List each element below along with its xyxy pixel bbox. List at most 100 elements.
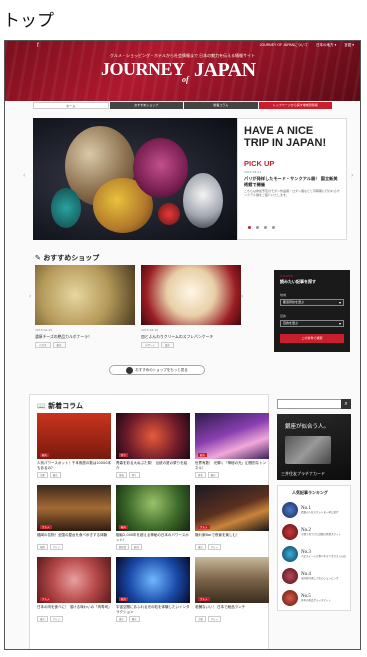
slider-dot[interactable] (256, 226, 259, 229)
shop-card[interactable]: 2015.04.22 濃厚チーズの絶品カルボナーラ！ パスタ 東京 (35, 265, 135, 348)
search-icon[interactable]: ⌕ (341, 399, 351, 409)
ranking-item[interactable]: No.2 京都で見つけた話題の絶景スポット (282, 524, 346, 540)
area-select[interactable]: 都道府県を選ぶ (280, 299, 344, 306)
shop-card[interactable]: 2015.04.16 皿とふんわりクリームのスフレパンケーキ デザート 東京 (141, 265, 241, 348)
tag[interactable]: グルメ (207, 544, 221, 550)
nav-area-search[interactable]: トップページから探す地域別情報 (258, 102, 332, 109)
ranking-item[interactable]: No.5 日本の絶品グルメスポット (282, 590, 346, 606)
tag[interactable]: グルメ (207, 616, 221, 622)
ranking-text[interactable]: 海外旅行者に人気のショッピング (301, 577, 339, 580)
column-title[interactable]: 福岡の名物！全国の屋台を食べ歩きする体験 (37, 533, 111, 542)
column-title[interactable]: 日本の肉を食べに！ 溶ける味わいの『肉寿司』 (37, 605, 111, 614)
column-card[interactable]: グルメ 隠れ家Barで夜景を楽しむ！ 東京 グルメ (195, 485, 269, 550)
column-card[interactable]: 観光 樹齢2,000年を超える神秘の日本のパワースポット！ 鹿児島 観光 (116, 485, 190, 550)
slider-dot[interactable] (264, 226, 267, 229)
ranking-text[interactable]: 人気スイーツの食べ歩きでオススメの店 (301, 555, 346, 558)
tag[interactable]: 青森 (116, 472, 127, 478)
credit-card-image (285, 436, 331, 464)
category-label: 目的 (280, 314, 287, 318)
column-card[interactable]: 観光 宇宙空間にあふれる光の粒を体験したいインタラクション 東京 観光 (116, 557, 190, 622)
nav-shops[interactable]: おすすめショップ (109, 102, 183, 109)
slider-dots (248, 226, 275, 229)
shop-next-arrow[interactable]: › (241, 293, 243, 300)
ranking-thumb[interactable] (282, 568, 298, 584)
hero-next-arrow[interactable]: › (351, 172, 353, 179)
column-title[interactable]: 宇宙空間にあふれる光の粒を体験したいインタラクション (116, 605, 190, 614)
column-card[interactable]: 祭り 青森を彩る大ねぶた祭！ 伝統の夏の祭りを紹介 青森 祭り (116, 413, 190, 478)
nav-columns[interactable]: 新着コラム (184, 102, 258, 109)
ranking-item[interactable]: No.1 話題の人気スポットを一挙に紹介 (282, 502, 346, 518)
tag[interactable]: デザート (141, 342, 160, 348)
column-title[interactable]: 青森を彩る大ねぶた祭！ 伝統の夏の祭りを紹介 (116, 461, 190, 470)
book-icon: 📖 (37, 402, 49, 410)
shop-prev-arrow[interactable]: ‹ (29, 293, 31, 300)
tag[interactable]: 祭り (128, 472, 140, 478)
pick-up-title[interactable]: パリが発祥したモード・サンクアル展！ 国立新美術館で開催 (244, 176, 340, 187)
column-title[interactable]: 隠れ家Barで夜景を楽しむ！ (195, 533, 269, 542)
tag[interactable]: 東京 (161, 342, 175, 348)
column-card[interactable]: 観光 人気パワースポット！千本鳥居の数は10000本もあるの? 京都 観光 (37, 413, 111, 478)
tag[interactable]: 東京 (37, 616, 48, 622)
shop-name[interactable]: 濃厚チーズの絶品カルボナーラ！ (35, 334, 135, 339)
facebook-icon[interactable]: f (37, 43, 39, 49)
tag[interactable]: 観光 (131, 544, 142, 550)
tag[interactable]: 東京 (116, 616, 127, 622)
column-tag: 観光 (119, 525, 129, 529)
sidebar-ad[interactable]: 銀座が似合う人。 三井住友プラチナカード (277, 414, 351, 480)
tag[interactable]: 東京 (52, 342, 66, 348)
shop-photo[interactable] (141, 265, 241, 325)
column-title[interactable]: 人気パワースポット！千本鳥居の数は10000本もあるの? (37, 461, 111, 470)
more-shops-button[interactable]: おすすめのショップをもっと見る (109, 365, 205, 375)
arrow-circle-icon (126, 366, 134, 374)
tag[interactable]: グルメ (49, 616, 63, 622)
tag[interactable]: 鹿児島 (116, 544, 130, 550)
hero-slider: ‹ HAVE A NICE TRIP IN JAPAN! PICK UP 201… (5, 118, 360, 240)
column-card[interactable]: グルメ 福岡の名物！全国の屋台を食べ歩きする体験 福岡 グルメ (37, 485, 111, 550)
hero-image[interactable] (33, 118, 237, 240)
ranking-text[interactable]: 日本の絶品グルメスポット (301, 599, 331, 602)
site-frame: f JOURNEY OF JAPANについて 日本の地方 ▾ 言語 ▾ グルメ・… (4, 40, 361, 650)
top-link-region[interactable]: 日本の地方 ▾ (316, 43, 336, 48)
hero-panel: HAVE A NICE TRIP IN JAPAN! PICK UP 2015.… (237, 118, 347, 240)
tag[interactable]: 京都 (37, 472, 48, 478)
tag[interactable]: 観光 (207, 472, 219, 478)
tag[interactable]: 観光 (49, 472, 61, 478)
tag[interactable]: 栃木 (195, 472, 206, 478)
column-card[interactable]: 観光 世界有数！ 光輝く『神秘の光』幻想的なトンネル！ 栃木 観光 (195, 413, 269, 478)
hero-prev-arrow[interactable]: ‹ (23, 172, 25, 179)
ranking-thumb[interactable] (282, 502, 298, 518)
column-card[interactable]: グルメ 日本の肉を食べに！ 溶ける味わいの『肉寿司』 東京 グルメ (37, 557, 111, 622)
ranking-thumb[interactable] (282, 546, 298, 562)
site-logo[interactable]: JOURNEY of JAPAN (101, 59, 256, 84)
ranking-item[interactable]: No.4 海外旅行者に人気のショッピング (282, 568, 346, 584)
column-tag: 祭り (119, 453, 129, 457)
shop-title: ✎ おすすめショップ (35, 254, 100, 262)
slider-dot[interactable] (272, 226, 275, 229)
tag[interactable]: 福岡 (37, 544, 48, 550)
top-link-language[interactable]: 言語 ▾ (344, 43, 354, 48)
tag[interactable]: 大阪 (195, 616, 206, 622)
ranking-item[interactable]: No.3 人気スイーツの食べ歩きでオススメの店 (282, 546, 346, 562)
column-title[interactable]: 老舗ないい！ 日本で絶品ランチ (195, 605, 269, 614)
column-tag: グルメ (40, 525, 52, 529)
ranking-text[interactable]: 京都で見つけた話題の絶景スポット (301, 533, 341, 536)
column-title[interactable]: 世界有数！ 光輝く『神秘の光』幻想的なトンネル！ (195, 461, 269, 470)
ranking-thumb[interactable] (282, 590, 298, 606)
sidebar-search-input[interactable]: ⌕ (277, 399, 351, 409)
column-title[interactable]: 樹齢2,000年を超える神秘の日本のパワースポット！ (116, 533, 190, 542)
tag[interactable]: パスタ (35, 342, 51, 348)
tag[interactable]: 東京 (195, 544, 206, 550)
category-select[interactable]: 目的を選ぶ (280, 320, 344, 327)
slider-dot[interactable] (248, 226, 251, 229)
shop-name[interactable]: 皿とふんわりクリームのスフレパンケーキ (141, 334, 241, 339)
top-link-about[interactable]: JOURNEY OF JAPANについて (260, 43, 308, 48)
finder-search-button[interactable]: この条件で検索 (280, 334, 344, 343)
finder-title: 読みたい記事を探す (280, 279, 316, 284)
ranking-thumb[interactable] (282, 524, 298, 540)
nav-home[interactable]: ホーム (33, 102, 109, 109)
ranking-text[interactable]: 話題の人気スポットを一挙に紹介 (301, 511, 339, 514)
shop-photo[interactable] (35, 265, 135, 325)
tag[interactable]: 観光 (128, 616, 140, 622)
tag[interactable]: グルメ (49, 544, 63, 550)
column-card[interactable]: グルメ 老舗ないい！ 日本で絶品ランチ 大阪 グルメ (195, 557, 269, 622)
